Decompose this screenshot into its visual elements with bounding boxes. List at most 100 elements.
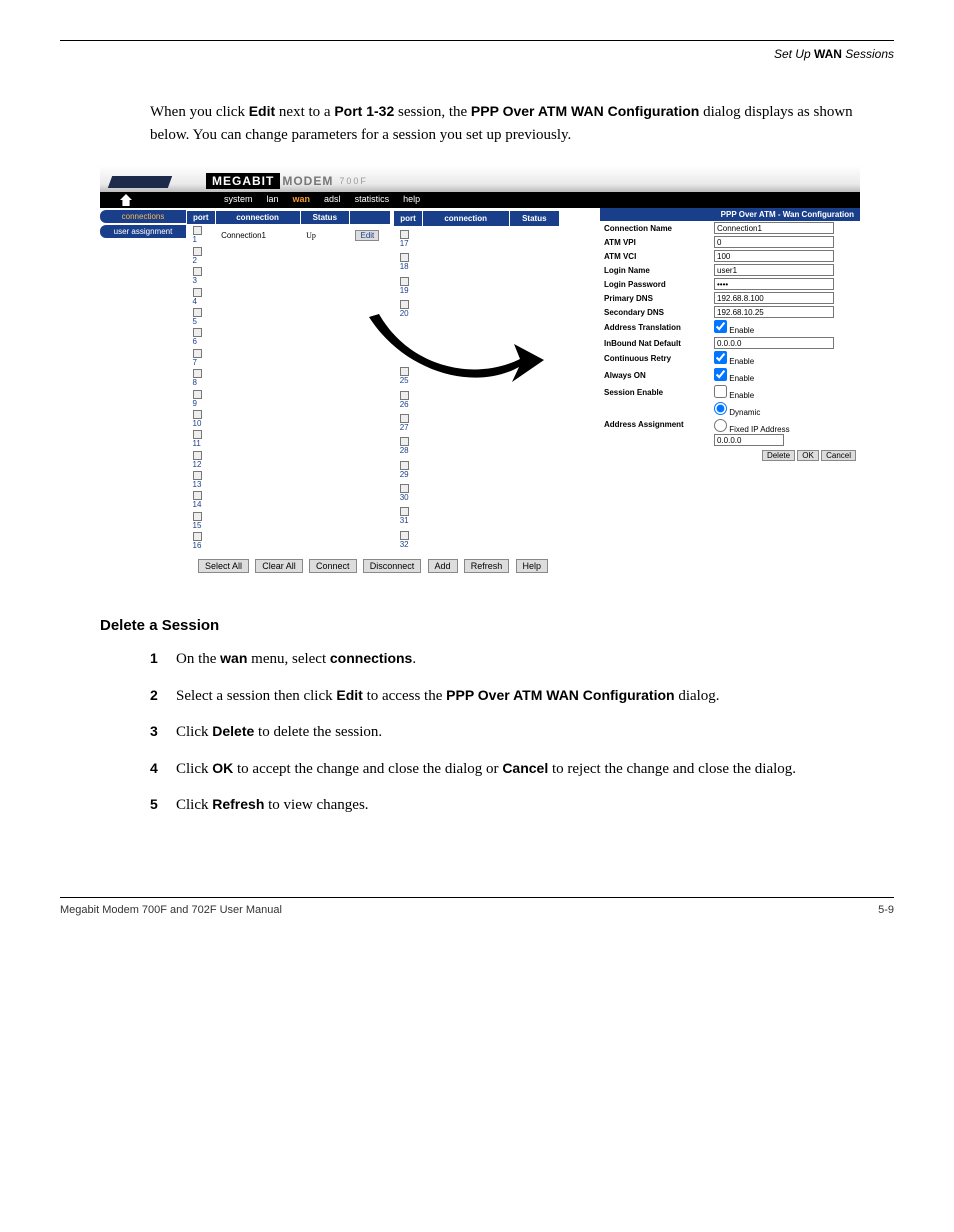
label-secondary-dns: Secondary DNS	[600, 305, 710, 319]
row-checkbox[interactable]	[193, 267, 202, 276]
clear-all-button[interactable]: Clear All	[255, 559, 303, 573]
ref-edit: Edit	[336, 687, 362, 703]
row-checkbox[interactable]	[193, 512, 202, 521]
ref-delete: Delete	[212, 723, 254, 739]
table-row: 26	[394, 388, 560, 411]
footer-title: Megabit Modem 700F and 702F User Manual	[60, 904, 282, 916]
menu-system[interactable]: system	[224, 194, 253, 206]
home-icon[interactable]	[120, 194, 132, 206]
radio-dynamic[interactable]	[714, 402, 727, 415]
row-checkbox[interactable]	[400, 367, 409, 376]
config-ok-button[interactable]: OK	[797, 450, 819, 461]
help-button[interactable]: Help	[516, 559, 549, 573]
connect-button[interactable]: Connect	[309, 559, 357, 573]
top-menu: system lan wan adsl statistics help	[100, 192, 860, 208]
col-port: port	[187, 211, 216, 225]
table-row: 13	[187, 470, 391, 490]
checkbox-session-enable[interactable]	[714, 385, 727, 398]
table-row: 29	[394, 458, 560, 481]
menu-statistics[interactable]: statistics	[355, 194, 390, 206]
disconnect-button[interactable]: Disconnect	[363, 559, 422, 573]
row-checkbox[interactable]	[400, 414, 409, 423]
table-row: 12	[187, 449, 391, 469]
row-checkbox[interactable]	[193, 308, 202, 317]
row-checkbox[interactable]	[193, 369, 202, 378]
table-row: 5	[187, 307, 391, 327]
label-atm-vpi: ATM VPI	[600, 235, 710, 249]
row-checkbox[interactable]	[193, 532, 202, 541]
sidebar-connections[interactable]: connections	[100, 210, 186, 223]
input-atm-vpi[interactable]	[714, 236, 834, 248]
edit-button[interactable]: Edit	[355, 230, 379, 241]
table-row: 2	[187, 245, 391, 265]
input-fixed-ip[interactable]	[714, 434, 784, 446]
col-connection: connection	[422, 211, 509, 227]
row-checkbox[interactable]	[400, 277, 409, 286]
checkbox-continuous-retry[interactable]	[714, 351, 727, 364]
menu-help[interactable]: help	[403, 194, 420, 206]
label-inbound-nat: InBound Nat Default	[600, 336, 710, 350]
row-checkbox[interactable]	[193, 410, 202, 419]
row-checkbox[interactable]	[400, 484, 409, 493]
table-row: 7	[187, 347, 391, 367]
radio-fixed-ip[interactable]	[714, 419, 727, 432]
table-row: 10	[187, 409, 391, 429]
row-checkbox[interactable]	[400, 531, 409, 540]
add-button[interactable]: Add	[428, 559, 458, 573]
table-row: 31	[394, 505, 560, 528]
menu-lan[interactable]: lan	[267, 194, 279, 206]
checkbox-always-on[interactable]	[714, 368, 727, 381]
row-checkbox[interactable]	[193, 491, 202, 500]
refresh-button[interactable]: Refresh	[464, 559, 510, 573]
row-checkbox[interactable]	[400, 391, 409, 400]
table-row: 25	[394, 364, 560, 387]
ref-config-dialog: PPP Over ATM WAN Configuration	[446, 687, 674, 703]
table-row: 28	[394, 434, 560, 457]
input-connection-name[interactable]	[714, 222, 834, 234]
row-checkbox[interactable]	[400, 253, 409, 262]
row-checkbox[interactable]	[193, 451, 202, 460]
table-row: 15	[187, 510, 391, 530]
table-row: 32	[394, 528, 560, 551]
table-row: 6	[187, 327, 391, 347]
ports-table-right: port connection Status 17 18 19 20	[393, 210, 560, 551]
row-checkbox[interactable]	[193, 390, 202, 399]
col-status: Status	[509, 211, 559, 227]
table-row: 19	[394, 274, 560, 297]
row-checkbox[interactable]	[193, 430, 202, 439]
row-checkbox[interactable]	[193, 288, 202, 297]
row-checkbox[interactable]	[193, 247, 202, 256]
row-checkbox[interactable]	[400, 461, 409, 470]
select-all-button[interactable]: Select All	[198, 559, 249, 573]
row-checkbox[interactable]	[193, 328, 202, 337]
row-checkbox[interactable]	[400, 507, 409, 516]
input-inbound-nat[interactable]	[714, 337, 834, 349]
label-continuous-retry: Continuous Retry	[600, 350, 710, 367]
row-checkbox[interactable]	[193, 226, 202, 235]
input-login-password[interactable]	[714, 278, 834, 290]
table-row: 4	[187, 286, 391, 306]
input-primary-dns[interactable]	[714, 292, 834, 304]
table-row: 18	[394, 250, 560, 273]
sidebar-user-assignment[interactable]: user assignment	[100, 225, 186, 238]
label-always-on: Always ON	[600, 367, 710, 384]
row-checkbox[interactable]	[400, 437, 409, 446]
step-5: 5 Click Refresh to view changes.	[150, 794, 854, 817]
checkbox-address-translation[interactable]	[714, 320, 727, 333]
input-secondary-dns[interactable]	[714, 306, 834, 318]
menu-wan[interactable]: wan	[293, 194, 311, 206]
input-login-name[interactable]	[714, 264, 834, 276]
menu-adsl[interactable]: adsl	[324, 194, 341, 206]
row-checkbox[interactable]	[400, 300, 409, 309]
config-cancel-button[interactable]: Cancel	[821, 450, 856, 461]
input-atm-vci[interactable]	[714, 250, 834, 262]
config-delete-button[interactable]: Delete	[762, 450, 795, 461]
row-checkbox[interactable]	[193, 471, 202, 480]
row-checkbox[interactable]	[193, 349, 202, 358]
row-checkbox[interactable]	[400, 230, 409, 239]
label-address-assignment: Address Assignment	[600, 401, 710, 447]
config-panel-title: PPP Over ATM - Wan Configuration	[600, 208, 860, 221]
label-connection-name: Connection Name	[600, 221, 710, 235]
breadcrumb-bold: WAN	[814, 47, 842, 61]
table-row: 1 Connection1 Up Edit	[187, 225, 391, 246]
